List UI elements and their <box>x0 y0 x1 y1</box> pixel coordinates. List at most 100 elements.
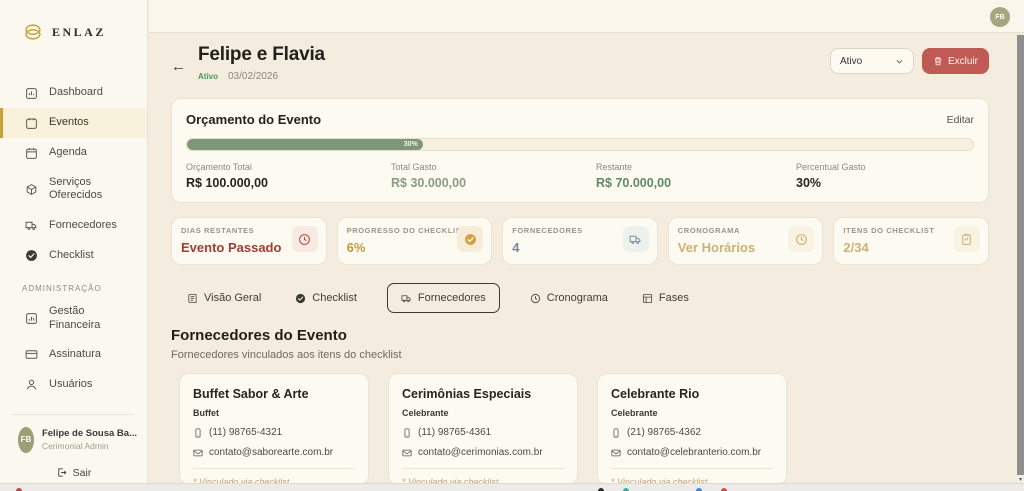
supplier-name: Buffet Sabor & Arte <box>193 387 309 401</box>
sidebar-item-dashboard[interactable]: Dashboard <box>0 78 147 108</box>
supplier-phone: (11) 98765-4321 <box>193 427 355 438</box>
logout-icon <box>57 468 67 477</box>
section-title: Fornecedores do Evento <box>171 327 347 344</box>
header-left: ← Felipe e Flavia Ativo 03/02/2026 <box>171 44 325 82</box>
delete-button[interactable]: Excluir <box>921 48 989 74</box>
budget-progress-fill: 30% <box>187 139 423 150</box>
supplier-card[interactable]: Celebrante Rio Celebrante (21) 98765-436… <box>597 373 787 487</box>
admin-section-label: ADMINISTRAÇÃO <box>22 284 102 294</box>
check-badge-icon <box>457 226 484 252</box>
sidebar-item-label: Fornecedores <box>49 218 117 231</box>
supplier-email: contato@celebranterio.com.br <box>611 447 773 458</box>
mail-icon <box>611 449 621 456</box>
sidebar-item-label: Assinatura <box>49 348 101 361</box>
stat-card-progresso-checklist[interactable]: PROGRESSO DO CHECKLIST 6% <box>336 217 493 265</box>
phases-icon <box>642 293 652 303</box>
sidebar-item-label: Serviços Oferecidos <box>49 176 103 202</box>
budget-field-label: Total Gasto <box>391 162 437 172</box>
stat-card-cronograma[interactable]: CRONOGRAMA Ver Horários <box>667 217 824 265</box>
mail-icon <box>402 449 412 456</box>
back-button[interactable]: ← <box>171 50 186 82</box>
sidebar-item-servicos[interactable]: Serviços Oferecidos <box>0 168 147 210</box>
logout-button[interactable]: Sair <box>56 467 91 479</box>
truck-icon <box>622 226 649 252</box>
budget-progress-track: 30% <box>186 138 974 151</box>
phone-icon <box>195 427 201 438</box>
page-title: Felipe e Flavia <box>198 44 325 65</box>
supplier-email: contato@cerimonias.com.br <box>402 447 564 458</box>
topbar: FB <box>149 0 1024 33</box>
supplier-phone: (11) 98765-4361 <box>402 427 564 438</box>
user-info: Felipe de Sousa Ba... Cerimonial Admin <box>42 428 137 451</box>
sidebar-item-usuarios[interactable]: Usuários <box>0 370 147 400</box>
supplier-category: Celebrante <box>611 408 658 418</box>
topbar-avatar[interactable]: FB <box>990 7 1010 27</box>
budget-field: Percentual Gasto 30% <box>796 162 974 190</box>
taskbar-sliver <box>0 483 1024 491</box>
status-select[interactable]: Ativo <box>829 48 914 74</box>
chevron-down-icon <box>896 59 903 64</box>
page-header: ← Felipe e Flavia Ativo 03/02/2026 Ativo… <box>171 44 989 82</box>
main-content: ← Felipe e Flavia Ativo 03/02/2026 Ativo… <box>149 34 1017 487</box>
suppliers-row: Buffet Sabor & Arte Buffet (11) 98765-43… <box>171 373 989 487</box>
sidebar-item-checklist[interactable]: Checklist <box>0 240 147 270</box>
supplier-category: Buffet <box>193 408 219 418</box>
tab-visao-geral[interactable]: Visão Geral <box>183 284 265 312</box>
truck-icon <box>401 294 411 302</box>
sidebar-nav: Dashboard Eventos Agenda Serviços Oferec… <box>0 78 147 270</box>
stat-card-itens-checklist[interactable]: ITENS DO CHECKLIST 2/34 <box>833 217 989 265</box>
budget-field: Orçamento Total R$ 100.000,00 <box>186 162 391 190</box>
budget-field: Restante R$ 70.000,00 <box>596 162 796 190</box>
tab-label: Cronograma <box>546 292 608 304</box>
sidebar-user[interactable]: FB Felipe de Sousa Ba... Cerimonial Admi… <box>0 425 147 453</box>
budget-field-value: R$ 30.000,00 <box>391 176 467 190</box>
app-root: ENLAZ Dashboard Eventos Agenda Serviços … <box>0 0 1024 491</box>
stat-card-dias-restantes[interactable]: DIAS RESTANTES Evento Passado <box>171 217 327 265</box>
tab-fornecedores[interactable]: Fornecedores <box>386 283 500 313</box>
supplier-phone: (21) 98765-4362 <box>611 427 773 438</box>
stat-card-fornecedores[interactable]: FORNECEDORES 4 <box>502 217 658 265</box>
supplier-card[interactable]: Cerimônias Especiais Celebrante (11) 987… <box>388 373 578 487</box>
overview-icon <box>188 293 197 303</box>
supplier-category: Celebrante <box>402 408 449 418</box>
delete-label: Excluir <box>947 55 978 67</box>
clock-icon <box>788 226 815 252</box>
vertical-scrollbar[interactable] <box>1017 35 1024 475</box>
clock-icon <box>530 293 540 303</box>
sidebar-divider <box>12 413 135 415</box>
phone-icon <box>613 427 619 438</box>
events-icon <box>25 116 39 130</box>
budget-progress-label: 30% <box>403 141 418 148</box>
budget-field-value: R$ 70.000,00 <box>596 176 672 190</box>
sidebar-item-gestao-financeira[interactable]: Gestão Financeira <box>0 297 147 339</box>
budget-field-label: Orçamento Total <box>186 162 252 172</box>
section-subtitle: Fornecedores vinculados aos itens do che… <box>171 349 402 361</box>
calendar-icon <box>25 146 39 160</box>
tab-checklist[interactable]: Checklist <box>291 284 361 312</box>
sidebar-item-agenda[interactable]: Agenda <box>0 138 147 168</box>
header-actions: Ativo Excluir <box>829 48 989 74</box>
sidebar-item-eventos[interactable]: Eventos <box>0 108 147 138</box>
supplier-divider <box>193 468 355 469</box>
edit-button[interactable]: Editar <box>947 114 974 126</box>
status-badge: Ativo <box>198 72 218 81</box>
sidebar-item-label: Usuários <box>49 378 93 391</box>
supplier-card[interactable]: Buffet Sabor & Arte Buffet (11) 98765-43… <box>179 373 369 487</box>
budget-field-value: 30% <box>796 176 822 190</box>
trash-icon <box>934 57 942 66</box>
budget-field-label: Restante <box>596 162 633 172</box>
title-meta: Ativo 03/02/2026 <box>198 71 325 82</box>
tab-fases[interactable]: Fases <box>638 284 693 312</box>
budget-field-value: R$ 100.000,00 <box>186 176 269 190</box>
user-role: Cerimonial Admin <box>41 441 109 452</box>
sidebar-item-assinatura[interactable]: Assinatura <box>0 340 147 370</box>
supplier-email: contato@saborearte.com.br <box>193 447 355 458</box>
sidebar-item-fornecedores[interactable]: Fornecedores <box>0 210 147 240</box>
title-block: Felipe e Flavia Ativo 03/02/2026 <box>198 44 325 82</box>
supplier-divider <box>402 468 564 469</box>
tab-label: Fases <box>658 292 689 304</box>
tab-cronograma[interactable]: Cronograma <box>526 284 612 312</box>
sidebar-item-label: Gestão Financeira <box>49 305 101 331</box>
supplier-email-text: contato@celebranterio.com.br <box>627 447 762 458</box>
supplier-divider <box>611 468 773 469</box>
